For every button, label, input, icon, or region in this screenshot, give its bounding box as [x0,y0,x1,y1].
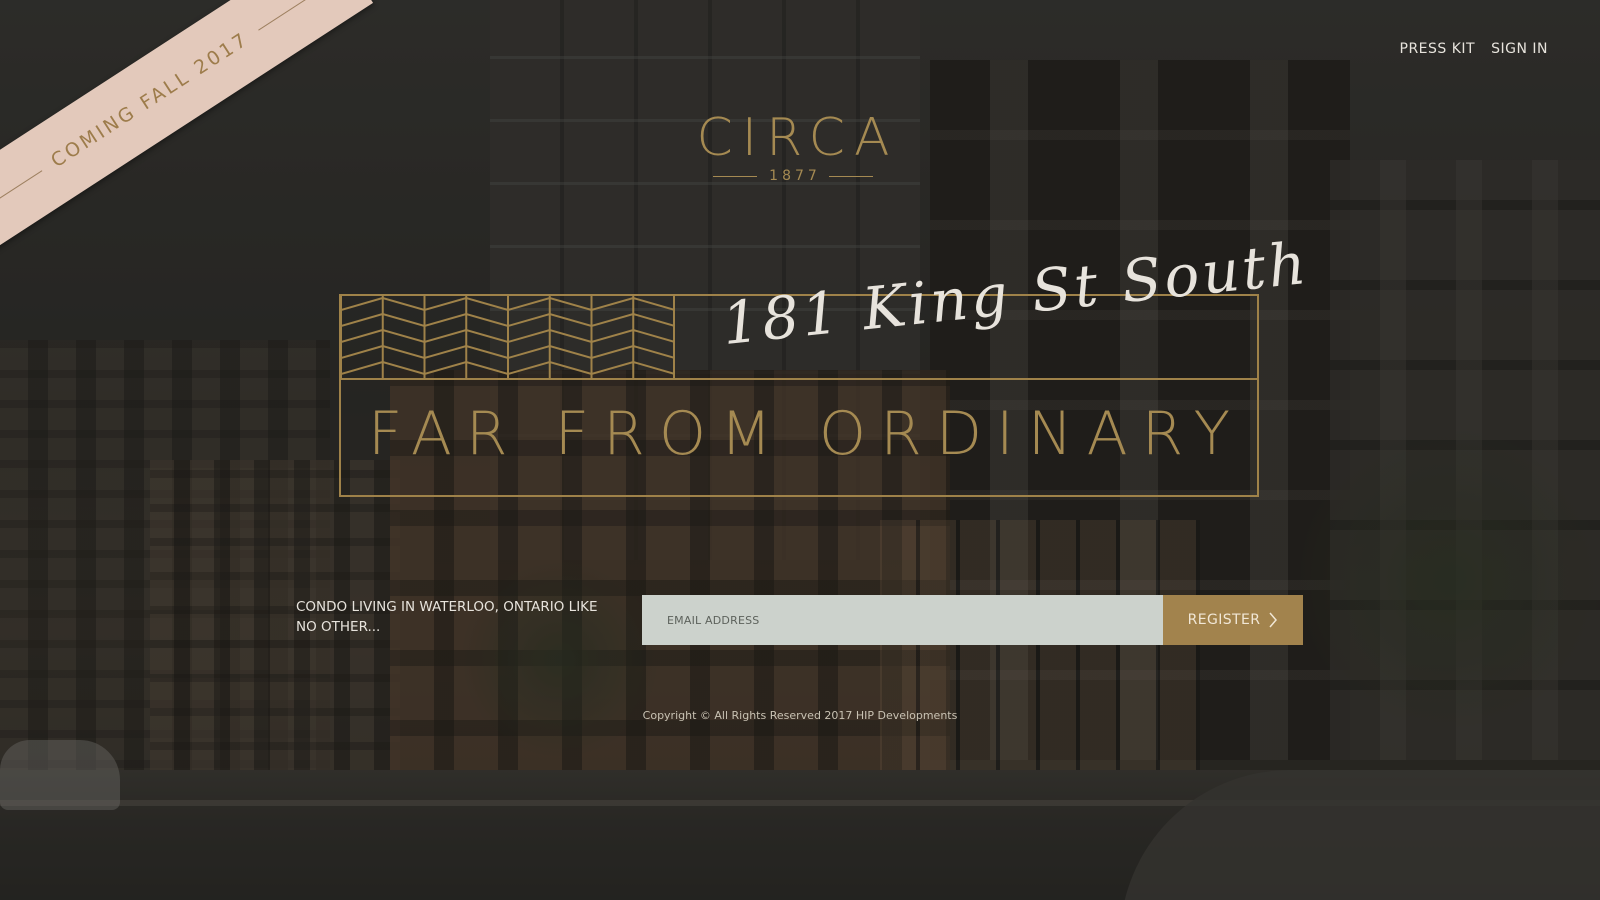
logo-rule [713,175,758,177]
register-button-label: REGISTER [1187,612,1261,628]
top-nav: PRESS KIT SIGN IN [1400,41,1549,57]
logo-year-row: 1877 [686,168,900,184]
chevron-pattern-graphic [341,296,675,378]
press-kit-link[interactable]: PRESS KIT [1400,41,1476,57]
logo-rule [828,175,873,177]
logo-wordmark: CIRCA [696,108,899,168]
register-button[interactable]: REGISTER [1163,595,1303,645]
copyright-text: Copyright © All Rights Reserved 2017 HIP… [642,709,958,722]
chevron-right-icon [1269,612,1278,628]
email-input[interactable] [642,595,1163,645]
headline-frame: 181 King St South FAR FROM ORDINARY [339,229,1312,497]
logo-year: 1877 [769,168,821,184]
intro-text: CONDO LIVING IN WATERLOO, ONTARIO LIKE N… [296,599,598,635]
ribbon-rule [0,170,42,204]
tagline: FAR FROM ORDINARY [367,399,1245,469]
frame-divider [341,378,1257,380]
sign-in-link[interactable]: SIGN IN [1491,41,1548,57]
circa-logo[interactable]: CIRCA 1877 [686,112,900,184]
ribbon-rule [258,0,310,30]
page: COMING FALL 2017 PRESS KIT SIGN IN CIRCA… [0,0,1600,900]
